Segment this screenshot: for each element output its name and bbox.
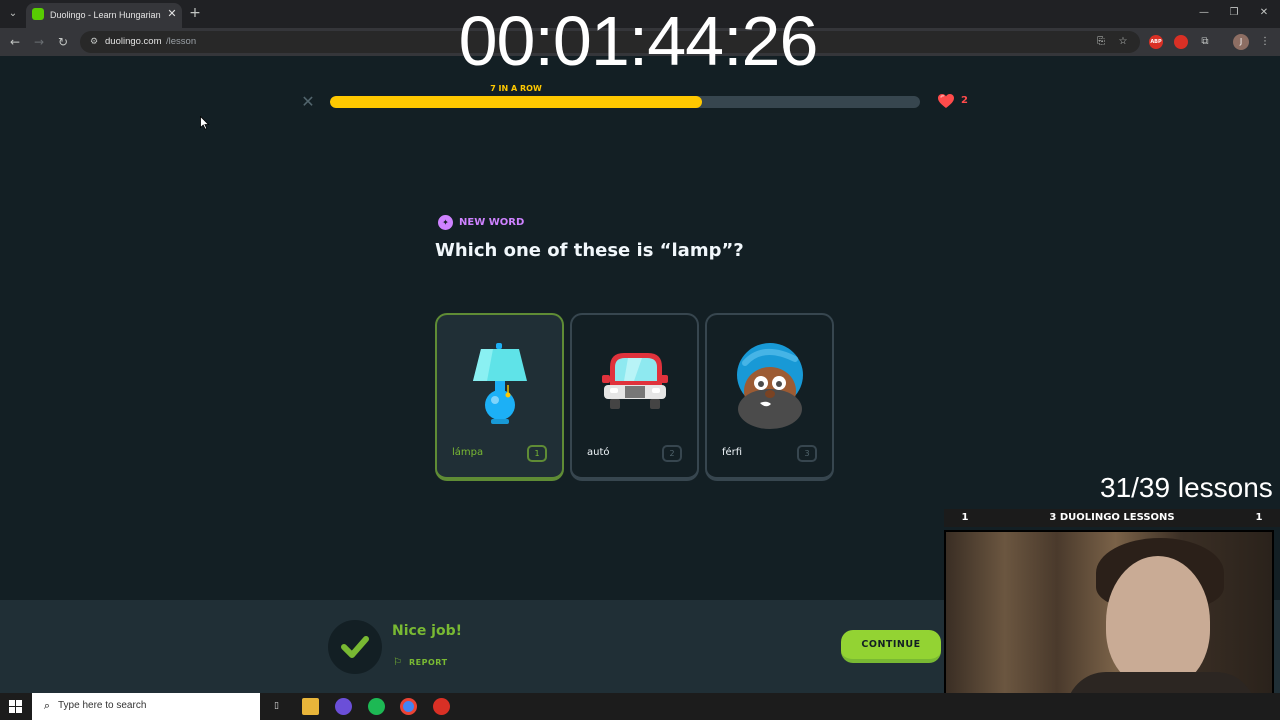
webcam-feed xyxy=(944,530,1274,716)
chrome-icon[interactable] xyxy=(400,698,417,715)
browser-menu-icon[interactable]: ⋮ xyxy=(1257,34,1273,50)
windows-taskbar: ⌕ Type here to search ▯ xyxy=(0,693,1280,720)
install-app-icon[interactable]: ⎘ xyxy=(1093,34,1109,50)
site-info-icon[interactable]: ⚙ xyxy=(88,35,100,49)
taskbar-search-box[interactable]: ⌕ Type here to search xyxy=(32,693,260,720)
report-button[interactable]: REPORT xyxy=(409,657,448,669)
restore-icon[interactable]: ❐ xyxy=(1226,6,1242,20)
goal-title: 3 DUOLINGO LESSONS xyxy=(1049,512,1175,523)
heart-icon[interactable] xyxy=(937,93,955,109)
choice-card-lampa[interactable]: lámpa 1 xyxy=(435,313,564,481)
tab-close-icon[interactable]: ✕ xyxy=(166,7,178,21)
goal-right-count: 1 xyxy=(1255,512,1263,523)
mouse-cursor-icon xyxy=(200,116,210,130)
profile-avatar[interactable]: J xyxy=(1233,34,1249,50)
adblock-extension-icon[interactable]: ABP xyxy=(1149,35,1163,49)
stream-timer: 00:01:44:26 xyxy=(458,2,819,80)
lesson-progress-bar xyxy=(330,96,920,108)
tab-title: Duolingo - Learn Hungarian wit xyxy=(50,10,162,20)
choice-key: 2 xyxy=(662,445,682,462)
hearts-count: 2 xyxy=(961,95,968,106)
task-view-icon[interactable]: ▯ xyxy=(268,698,285,715)
goal-bar: 1 3 DUOLINGO LESSONS 1 xyxy=(944,509,1280,527)
close-lesson-icon[interactable]: ✕ xyxy=(300,94,316,110)
reload-icon[interactable]: ↻ xyxy=(55,34,71,50)
minimize-icon[interactable]: — xyxy=(1196,6,1212,20)
url-host: duolingo.com xyxy=(105,36,162,47)
car-icon xyxy=(602,353,668,409)
forward-icon[interactable]: → xyxy=(31,34,47,50)
url-path: /lesson xyxy=(166,36,197,47)
recording-extension-icon[interactable] xyxy=(1174,35,1188,49)
choice-key: 1 xyxy=(527,445,547,462)
back-icon[interactable]: ← xyxy=(7,34,23,50)
new-tab-button[interactable]: + xyxy=(188,5,202,21)
feedback-message: Nice job! xyxy=(392,623,463,639)
choice-label: lámpa xyxy=(452,447,484,458)
webcam-person-face xyxy=(1106,556,1210,688)
obs-icon[interactable] xyxy=(433,698,450,715)
streak-label: 7 IN A ROW xyxy=(490,84,542,93)
new-word-icon: ✦ xyxy=(438,215,453,230)
file-explorer-icon[interactable] xyxy=(302,698,319,715)
new-word-badge: NEW WORD xyxy=(459,217,525,228)
choice-card-auto[interactable]: autó 2 xyxy=(570,313,699,481)
browser-tab[interactable]: Duolingo - Learn Hungarian wit ✕ xyxy=(26,3,182,28)
choice-card-ferfi[interactable]: férfi 3 xyxy=(705,313,834,481)
question-prompt: Which one of these is “lamp”? xyxy=(435,240,744,261)
duolingo-favicon-icon xyxy=(32,8,44,20)
discord-icon[interactable] xyxy=(335,698,352,715)
flag-icon[interactable]: ⚐ xyxy=(393,656,405,670)
lessons-counter: 31/39 lessons xyxy=(1100,472,1272,503)
correct-badge xyxy=(328,620,382,674)
extensions-puzzle-icon[interactable]: ⧉ xyxy=(1197,34,1213,50)
lesson-progress-fill xyxy=(330,96,702,108)
choice-label: férfi xyxy=(722,447,743,458)
goal-left-count: 1 xyxy=(961,512,969,523)
continue-button[interactable]: CONTINUE xyxy=(841,630,941,663)
window-close-icon[interactable]: ✕ xyxy=(1256,6,1272,20)
windows-start-icon[interactable] xyxy=(9,700,22,713)
spotify-icon[interactable] xyxy=(368,698,385,715)
tab-search-icon[interactable]: ⌄ xyxy=(6,7,20,21)
checkmark-icon xyxy=(341,636,369,658)
choice-key: 3 xyxy=(797,445,817,462)
man-icon xyxy=(737,343,803,429)
lamp-icon xyxy=(473,343,527,424)
choice-label: autó xyxy=(587,447,610,458)
bookmark-star-icon[interactable]: ☆ xyxy=(1115,34,1131,50)
taskbar-search-placeholder: Type here to search xyxy=(58,700,147,711)
search-icon: ⌕ xyxy=(43,699,51,712)
